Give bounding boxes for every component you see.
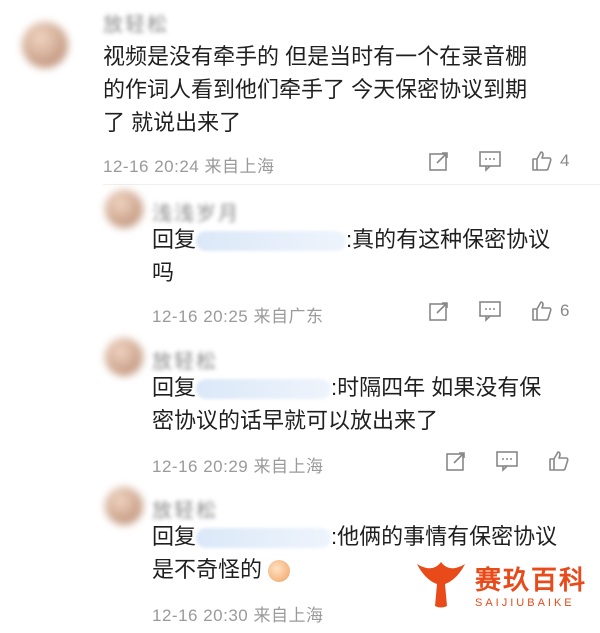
timestamp: 12-16 20:29 <box>152 457 249 476</box>
location: 来自上海 <box>253 457 324 476</box>
reply-button[interactable] <box>495 450 519 472</box>
like-button[interactable]: 6 <box>530 300 569 322</box>
reply-actions: 6 <box>428 300 569 322</box>
reply-username[interactable]: 浅浅岁月 <box>152 197 240 226</box>
share-button[interactable] <box>445 450 467 472</box>
share-icon <box>429 302 448 321</box>
comment-icon <box>479 151 501 172</box>
reply-text: 回复:时隔四年 如果没有保 密协议的话早就可以放出来了 <box>152 375 542 433</box>
comment-username[interactable]: 放轻松 <box>103 8 169 37</box>
comment-icon <box>479 301 501 322</box>
mention-link[interactable] <box>196 227 347 252</box>
watermark-logo: 赛玖百科 SAIJIUBAIKE <box>413 556 587 612</box>
laugh-emoji-icon <box>268 560 291 583</box>
reply-username[interactable]: 放轻松 <box>152 345 218 374</box>
share-icon <box>429 152 448 171</box>
like-count: 4 <box>560 151 570 170</box>
share-icon <box>446 452 465 471</box>
reply-actions <box>445 450 571 472</box>
location: 来自上海 <box>253 606 324 625</box>
reply-meta: 12-16 20:30 来自上海 <box>152 601 323 626</box>
reply-text: 回复:真的有这种保密协议 吗 <box>152 227 551 285</box>
thumbs-up-icon <box>532 301 552 321</box>
comment-actions: 4 <box>428 150 569 172</box>
thumbs-up-icon <box>549 451 569 471</box>
reply-meta: 12-16 20:29 来自上海 <box>152 452 323 477</box>
avatar[interactable] <box>105 487 143 525</box>
divider <box>103 184 600 185</box>
like-button[interactable] <box>547 450 571 472</box>
mention-link[interactable] <box>196 524 332 549</box>
thumbs-up-icon <box>532 151 552 171</box>
mention-link[interactable] <box>196 375 332 400</box>
fish-tail-logo-icon <box>417 562 465 608</box>
timestamp: 12-16 20:25 <box>152 307 249 326</box>
comment-icon <box>496 451 518 472</box>
watermark-text-cn: 赛玖百科 <box>475 564 588 595</box>
avatar[interactable] <box>105 338 143 376</box>
reply-meta: 12-16 20:25 来自广东 <box>152 302 323 327</box>
avatar[interactable] <box>105 190 143 228</box>
location: 来自上海 <box>204 157 275 176</box>
location: 来自广东 <box>253 307 324 326</box>
timestamp: 12-16 20:24 <box>103 157 200 176</box>
watermark-text-en: SAIJIUBAIKE <box>475 596 575 609</box>
share-button[interactable] <box>428 300 450 322</box>
reply-username[interactable]: 放轻松 <box>152 494 218 523</box>
avatar[interactable] <box>22 22 68 68</box>
like-count: 6 <box>560 301 570 320</box>
comment-meta: 12-16 20:24 来自上海 <box>103 152 274 177</box>
comment-text: 视频是没有牵手的 但是当时有一个在录音棚 的作词人看到他们牵手了 今天保密协议到… <box>103 44 528 135</box>
like-button[interactable]: 4 <box>530 150 569 172</box>
timestamp: 12-16 20:30 <box>152 606 249 625</box>
reply-button[interactable] <box>478 300 502 322</box>
share-button[interactable] <box>428 150 450 172</box>
reply-button[interactable] <box>478 150 502 172</box>
